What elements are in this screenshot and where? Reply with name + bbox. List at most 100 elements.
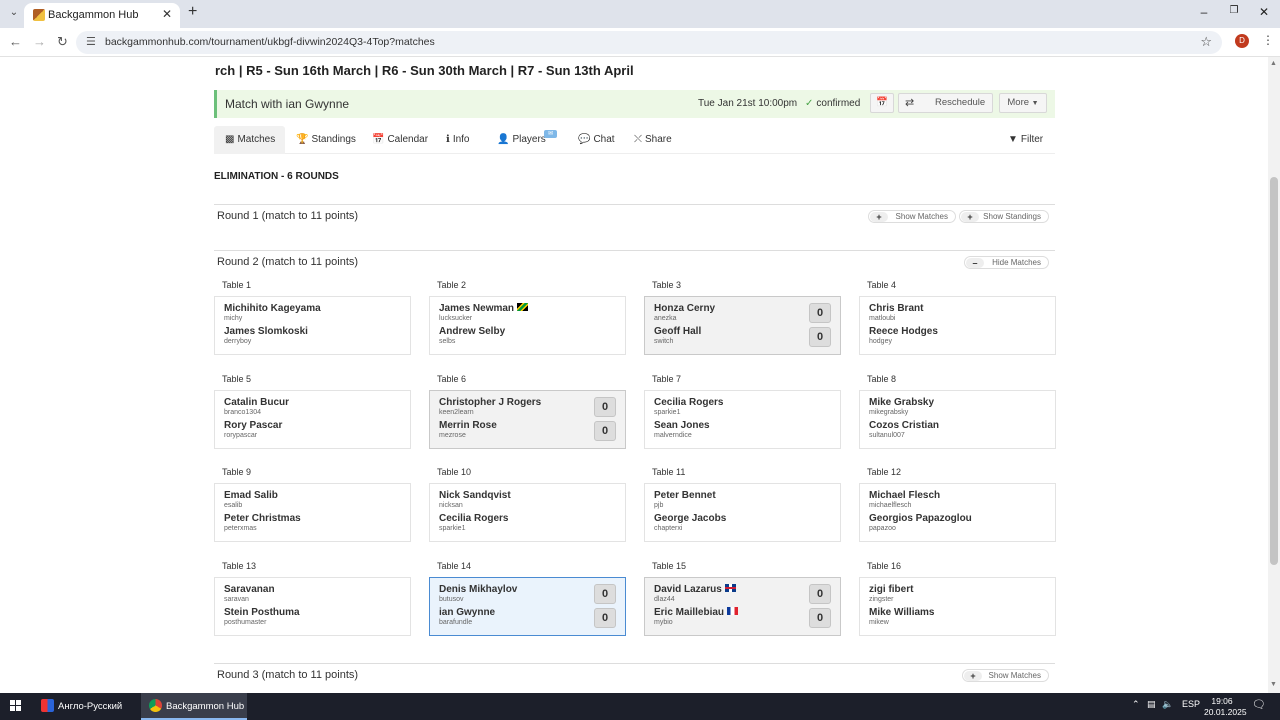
url-text[interactable]: backgammonhub.com/tournament/ukbgf-divwi…	[105, 36, 435, 48]
windows-start-icon[interactable]	[10, 700, 22, 712]
minus-icon: –	[966, 258, 984, 268]
calendar-button[interactable]: 📅	[870, 93, 894, 113]
player-username: matloubi	[869, 315, 895, 322]
score-box: 0	[809, 303, 831, 323]
tab-matches[interactable]: ▩ Matches	[214, 126, 285, 154]
match-card[interactable]: Catalin Bucur branco1304 Rory Pascar rorypa…	[214, 390, 411, 449]
match-card[interactable]: Denis Mikhaylov butusov ian Gwynne barafund…	[429, 577, 626, 636]
restore-icon[interactable]: ❐	[1219, 5, 1249, 16]
player-name: Nick Sandqvist	[439, 490, 511, 501]
calendar-icon: 📅	[876, 97, 888, 108]
hide-matches-label: Hide Matches	[992, 258, 1041, 267]
scroll-up-arrow-icon[interactable]: ▲	[1270, 60, 1277, 67]
show-matches-button[interactable]: + Show Matches	[868, 210, 956, 223]
player-name-text: Geoff Hall	[654, 326, 702, 337]
player-username-text: rorypascar	[224, 432, 258, 439]
tab-matches-label: Matches	[237, 134, 276, 145]
notifications-icon[interactable]: 🗨	[1252, 698, 1266, 711]
match-card[interactable]: Cecilia Rogers sparkie1 Sean Jones malvernd…	[644, 390, 841, 449]
bookmark-star-icon[interactable]: ☆	[1200, 34, 1212, 50]
match-card[interactable]: Nick Sandqvist nicksan Cecilia Rogers spark…	[429, 483, 626, 542]
profile-avatar[interactable]: D	[1235, 34, 1249, 48]
tab-standings[interactable]: 🏆 Standings	[296, 126, 356, 154]
player-name: ian Gwynne	[439, 607, 495, 618]
dictionary-app-icon	[41, 699, 54, 712]
player-name: Mike Williams	[869, 607, 935, 618]
browser-toolbar: ← → ↻ ☰ backgammonhub.com/tournament/ukb…	[0, 28, 1280, 57]
new-tab-plus-icon[interactable]: +	[188, 3, 197, 21]
match-card[interactable]: Peter Bennet pjb George Jacobs chapterxi	[644, 483, 841, 542]
player-username-text: malverndice	[654, 432, 692, 439]
player-name-text: Peter Bennet	[654, 490, 716, 501]
player-username-text: sparkie1	[654, 409, 681, 416]
player-username: sultanul007	[869, 432, 905, 439]
table-label: Table 2	[437, 280, 467, 290]
player-username: michaelflesch	[869, 502, 911, 509]
reschedule-button[interactable]: ⇄ Reschedule	[898, 93, 993, 113]
back-arrow-icon[interactable]: ←	[9, 34, 22, 49]
player-username: butusov	[439, 596, 464, 603]
tab-list-chevron-icon[interactable]: ⌄	[6, 5, 22, 21]
match-card[interactable]: Michihito Kageyama michy James Slomkoski de…	[214, 296, 411, 355]
player-username-text: selbs	[439, 338, 456, 345]
site-info-icon[interactable]: ☰	[86, 35, 96, 48]
taskbar-app-dictionary[interactable]: Англо-Русский	[34, 693, 138, 720]
close-window-icon[interactable]: ✕	[1249, 5, 1279, 19]
match-card[interactable]: Honza Cerny anezka Geoff Hall switch 0 0	[644, 296, 841, 355]
match-card[interactable]: Michael Flesch michaelflesch Georgios Papa…	[859, 483, 1056, 542]
table-label: Table 16	[867, 561, 902, 571]
player-username-text: peterxmas	[224, 525, 257, 532]
forward-arrow-icon[interactable]: →	[33, 34, 46, 49]
show-matches-button[interactable]: + Show Matches	[962, 669, 1049, 682]
tab-chat[interactable]: 💬 Chat	[578, 126, 615, 154]
player-username-text: barafundle	[439, 619, 473, 626]
browser-menu-icon[interactable]: ⋮	[1262, 33, 1274, 47]
scroll-down-arrow-icon[interactable]: ▼	[1270, 681, 1277, 688]
match-card[interactable]: Christopher J Rogers keen2learn Merrin Ros…	[429, 390, 626, 449]
tab-players-label: Players	[512, 134, 546, 145]
tab-share[interactable]: ⤬ Share	[634, 126, 672, 154]
match-card[interactable]: Mike Grabsky mikegrabsky Cozos Cristian sul…	[859, 390, 1056, 449]
table-label: Table 5	[222, 374, 252, 384]
more-dropdown-button[interactable]: More ▼	[999, 93, 1047, 113]
close-tab-icon[interactable]: ✕	[162, 7, 172, 21]
tournament-nav: ▩ Matches 🏆 Standings 📅 Calendar ℹ Info 👤 Pla…	[214, 126, 1055, 154]
player-username: hodgey	[869, 338, 892, 345]
keyboard-language[interactable]: ESP	[1182, 699, 1200, 709]
tab-players[interactable]: 👤 Players	[497, 126, 546, 154]
show-standings-button[interactable]: + Show Standings	[959, 210, 1049, 223]
tab-info[interactable]: ℹ Info	[446, 126, 470, 154]
match-card[interactable]: David Lazarus dlaz44 Eric Maillebiau mybio 0…	[644, 577, 841, 636]
player-name-text: Christopher J Rogers	[439, 397, 542, 408]
reload-icon[interactable]: ↻	[57, 34, 68, 50]
scroll-thumb[interactable]	[1270, 177, 1278, 565]
taskbar-clock[interactable]: 19:06 20.01.2025	[1204, 696, 1247, 718]
player-username: mezrose	[439, 432, 466, 439]
swap-icon: ⇄	[905, 97, 915, 109]
taskbar-app-chrome[interactable]: Backgammon Hub ...	[141, 693, 247, 720]
match-card[interactable]: Chris Brant matloubi Reece Hodges hodgey	[859, 296, 1056, 355]
clock-date: 20.01.2025	[1204, 707, 1247, 717]
hide-matches-button[interactable]: – Hide Matches	[964, 256, 1049, 269]
address-bar[interactable]: ☰ backgammonhub.com/tournament/ukbgf-div…	[76, 31, 1222, 54]
network-icon[interactable]: ▤	[1147, 699, 1156, 710]
player-username-text: matloubi	[869, 315, 896, 322]
match-card[interactable]: Emad Salib esalib Peter Christmas peterxmas	[214, 483, 411, 542]
player-name-text: Cozos Cristian	[869, 420, 940, 431]
tray-chevron-up-icon[interactable]: ⌃	[1132, 699, 1140, 710]
player-name-text: Denis Mikhaylov	[439, 584, 518, 595]
page-scrollbar[interactable]: ▲ ▼	[1268, 57, 1280, 693]
match-card[interactable]: zigi fibert zingster Mike Williams mikew	[859, 577, 1056, 636]
table-label: Table 4	[867, 280, 897, 290]
player-username: papazoo	[869, 525, 896, 532]
chat-bubble-icon: 💬	[578, 134, 591, 145]
match-card[interactable]: Saravanan saravan Stein Posthuma posthumast…	[214, 577, 411, 636]
minimize-icon[interactable]: –	[1189, 5, 1219, 19]
filter-button[interactable]: ▼ Filter	[1008, 126, 1043, 154]
volume-icon[interactable]: 🔈	[1162, 699, 1173, 710]
chrome-icon	[149, 699, 162, 712]
trophy-icon: 🏆	[296, 134, 309, 145]
tab-calendar[interactable]: 📅 Calendar	[372, 126, 428, 154]
browser-tab[interactable]: Backgammon Hub ✕	[24, 3, 180, 28]
match-card[interactable]: James Newman lucksucker Andrew Selby selbs	[429, 296, 626, 355]
